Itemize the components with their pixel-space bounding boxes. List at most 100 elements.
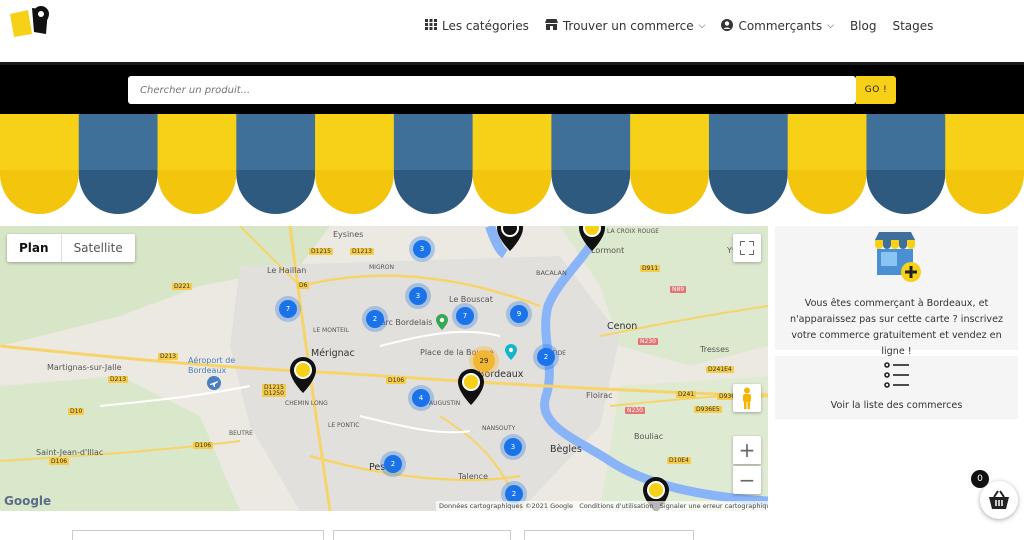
fullscreen-icon — [740, 241, 754, 255]
awning-stripe — [866, 114, 946, 170]
nav-blog-label: Blog — [849, 19, 877, 33]
nav-find-store-label: Trouver un commerce — [562, 19, 694, 33]
map-cluster-marker[interactable]: 4 — [412, 389, 430, 407]
awning-scallop — [551, 170, 631, 214]
store-map-pin[interactable] — [578, 226, 606, 252]
store-list-link[interactable]: Voir la liste des commerces — [775, 398, 1018, 414]
map-cluster-marker[interactable]: 3 — [409, 287, 427, 305]
map-label-beutre: BEUTRE — [229, 430, 253, 437]
street-view-pegman-button[interactable] — [733, 384, 761, 412]
search-band: GO ! — [0, 62, 1024, 114]
map-report-link[interactable]: Signaler une erreur cartographique — [660, 502, 768, 510]
nav-merchants[interactable]: Commerçants ⌵ — [721, 18, 834, 34]
map-label-le-pontic: LE PONTIC — [328, 422, 360, 429]
filter-field[interactable] — [524, 530, 694, 540]
awning-scallop — [393, 170, 473, 214]
nav-find-store[interactable]: Trouver un commerce ⌵ — [544, 19, 706, 33]
map-attribution: Données cartographiques ©2021 Google Con… — [436, 501, 768, 511]
airport-icon — [207, 376, 221, 390]
fullscreen-button[interactable] — [733, 234, 761, 262]
awning-scallop — [236, 170, 316, 214]
store-map-pin[interactable] — [457, 368, 485, 406]
map-cluster-marker[interactable]: 9 — [510, 305, 528, 323]
nav-stages[interactable]: Stages — [892, 19, 933, 33]
road-label: D6 — [297, 282, 310, 289]
awning-scallop — [866, 170, 946, 214]
chevron-down-icon: ⌵ — [698, 21, 706, 31]
awning-scallop — [315, 170, 394, 214]
filter-field[interactable] — [72, 530, 324, 540]
zoom-in-button[interactable]: + — [733, 436, 761, 464]
map-cluster-marker[interactable]: 3 — [504, 438, 522, 456]
road-label: D221 — [172, 283, 193, 290]
store-map[interactable]: Eysines Le Haillan Mérignac Le Bouscat B… — [0, 226, 768, 511]
road-label: D106 — [49, 458, 70, 465]
awning-stripe — [945, 114, 1024, 170]
map-label-bouliac: Bouliac — [634, 432, 664, 441]
map-label-tresses: Tresses — [700, 345, 730, 354]
logo-map-pin-icon[interactable] — [8, 4, 54, 38]
road-label: D213 — [108, 376, 129, 383]
product-search-input[interactable] — [128, 76, 856, 104]
awning-scallop — [0, 170, 79, 214]
road-label: D241 — [676, 391, 697, 398]
awning-stripe — [157, 114, 237, 170]
road-label: N230 — [638, 338, 658, 345]
map-cluster-marker[interactable]: 7 — [456, 307, 474, 325]
store-list-card[interactable]: Voir la liste des commerces — [775, 356, 1018, 419]
road-label: D1250 — [262, 390, 286, 397]
site-header: Les catégories Trouver un commerce ⌵ Com… — [0, 0, 1024, 62]
cart-button[interactable] — [980, 481, 1018, 519]
awning-stripe — [787, 114, 867, 170]
cart-count-badge: 0 — [971, 470, 989, 488]
map-label-merignac: Mérignac — [311, 348, 355, 359]
map-cluster-marker[interactable]: 2 — [366, 310, 384, 328]
store-icon — [544, 19, 558, 33]
awning-stripe — [315, 114, 395, 170]
nav-blog[interactable]: Blog — [850, 19, 877, 33]
chevron-down-icon: ⌵ — [827, 21, 834, 31]
store-map-pin[interactable] — [496, 226, 524, 252]
awning-scallop — [945, 170, 1024, 214]
awning-decoration — [0, 114, 1024, 214]
basket-icon — [989, 490, 1009, 509]
map-type-plan-button[interactable]: Plan — [7, 234, 62, 262]
awning-stripe — [472, 114, 552, 170]
merchant-signup-card[interactable]: Vous êtes commerçant à Bordeaux, et n'ap… — [775, 226, 1018, 357]
nav-categories[interactable]: Les catégories — [425, 19, 529, 33]
map-type-satellite-button[interactable]: Satellite — [62, 234, 135, 262]
park-pin-icon — [436, 314, 448, 330]
road-label: D936E5 — [694, 406, 722, 413]
map-label-bacalan: BACALAN — [536, 269, 567, 277]
map-attribution-text: Données cartographiques ©2021 Google — [439, 502, 573, 510]
map-label-cenon: Cenon — [607, 321, 638, 332]
map-cluster-marker[interactable]: 2 — [537, 348, 555, 366]
map-label-begles: Bègles — [550, 444, 582, 455]
map-label-le-monteil: LE MONTEIL — [313, 327, 349, 334]
awning-stripe — [393, 114, 474, 170]
zoom-out-button[interactable]: − — [733, 466, 761, 494]
store-map-pin[interactable] — [289, 356, 317, 394]
nav-categories-label: Les catégories — [442, 19, 529, 33]
map-cluster-marker[interactable]: 7 — [279, 300, 297, 318]
filter-field[interactable] — [333, 530, 511, 540]
map-label-eysines: Eysines — [333, 230, 364, 239]
search-go-button[interactable]: GO ! — [856, 76, 896, 104]
grid-icon — [425, 19, 437, 33]
map-cluster-marker[interactable]: 3 — [413, 240, 431, 258]
awning-stripe — [708, 114, 789, 170]
map-label-talence: Talence — [458, 472, 488, 481]
map-label-la-croix-rouge: LA CROIX ROUGE — [607, 228, 660, 235]
awning-stripe — [78, 114, 159, 170]
awning-scallop — [472, 170, 552, 214]
store-add-icon — [875, 232, 921, 282]
map-zoom-control: + − — [733, 436, 761, 494]
road-label: D1213 — [350, 248, 374, 255]
map-label-parc-bordelais: Parc Bordelais — [376, 318, 433, 327]
road-label: D10E4 — [667, 457, 691, 464]
map-terms-link[interactable]: Conditions d'utilisation — [579, 502, 653, 510]
map-cluster-marker[interactable]: 2 — [384, 455, 402, 473]
map-label-nansouty: NANSOUTY — [482, 425, 516, 432]
road-label: N230 — [625, 407, 645, 414]
awning-stripe — [0, 114, 80, 170]
